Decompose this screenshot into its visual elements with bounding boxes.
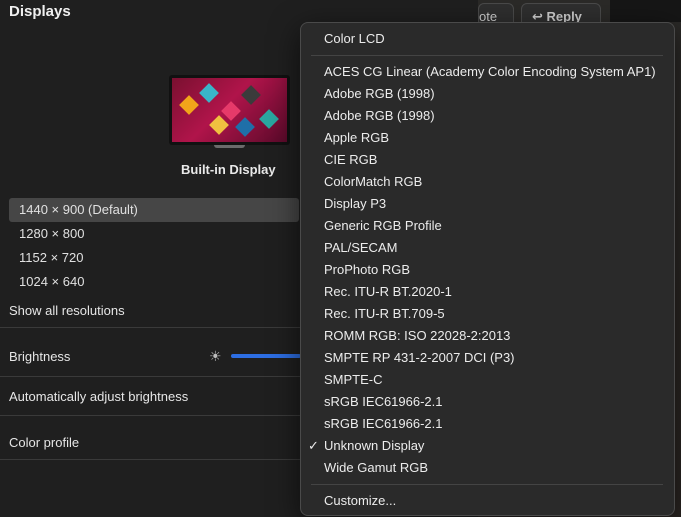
menu-item-profile[interactable]: sRGB IEC61966-2.1 [324, 413, 443, 435]
display-screen [169, 75, 290, 145]
menu-item-profile[interactable]: CIE RGB [324, 149, 377, 171]
menu-item-label: Unknown Display [324, 438, 425, 453]
wallpaper-cube [221, 101, 241, 121]
menu-item-profile[interactable]: ProPhoto RGB [324, 259, 410, 281]
brightness-label: Brightness [9, 349, 71, 364]
menu-item-profile[interactable]: Generic RGB Profile [324, 215, 442, 237]
menu-item-profile[interactable]: ROMM RGB: ISO 22028-2:2013 [324, 325, 510, 347]
auto-brightness-label: Automatically adjust brightness [9, 389, 189, 404]
sun-icon: ☀ [209, 348, 222, 364]
menu-item-profile[interactable]: ACES CG Linear (Academy Color Encoding S… [324, 61, 656, 83]
wallpaper-cube [199, 83, 219, 103]
display-preview[interactable] [169, 75, 290, 148]
divider [0, 459, 300, 460]
divider [0, 327, 300, 328]
menu-item-profile[interactable]: SMPTE-C [324, 369, 383, 391]
wallpaper-cube [235, 117, 255, 137]
brightness-slider[interactable] [231, 354, 301, 358]
display-stand [214, 145, 245, 148]
menu-item-profile[interactable]: Rec. ITU-R BT.709-5 [324, 303, 445, 325]
color-profile-label: Color profile [9, 435, 80, 450]
divider [0, 415, 300, 416]
menu-item-profile[interactable]: SMPTE RP 431-2-2007 DCI (P3) [324, 347, 515, 369]
color-profile-menu: Color LCD ACES CG Linear (Academy Color … [300, 22, 675, 516]
page-title: Displays [9, 3, 71, 20]
resolution-option[interactable]: 1440 × 900 (Default) [9, 198, 299, 222]
menu-item-profile[interactable]: PAL/SECAM [324, 237, 397, 259]
wallpaper-cube [241, 85, 261, 105]
menu-item-customize[interactable]: Customize... [324, 490, 396, 512]
menu-item-color-lcd[interactable]: Color LCD [324, 28, 385, 50]
background-toolbar-edge [610, 0, 681, 22]
resolution-option[interactable]: 1152 × 720 [9, 246, 299, 270]
menu-item-profile[interactable]: Apple RGB [324, 127, 389, 149]
menu-item-profile[interactable]: Wide Gamut RGB [324, 457, 428, 479]
resolution-option[interactable]: 1024 × 640 [9, 270, 299, 294]
checkmark-icon: ✓ [308, 438, 319, 453]
menu-separator [311, 484, 663, 485]
divider [0, 376, 300, 377]
display-name-label: Built-in Display [181, 162, 276, 177]
resolution-list: 1440 × 900 (Default) 1280 × 800 1152 × 7… [9, 198, 299, 294]
menu-item-profile[interactable]: Adobe RGB (1998) [324, 83, 435, 105]
menu-separator [311, 55, 663, 56]
menu-item-profile-checked[interactable]: ✓ Unknown Display [308, 435, 425, 457]
show-all-resolutions-label: Show all resolutions [9, 303, 125, 318]
menu-item-profile[interactable]: Rec. ITU-R BT.2020-1 [324, 281, 452, 303]
menu-item-profile[interactable]: ColorMatch RGB [324, 171, 422, 193]
menu-item-profile[interactable]: Adobe RGB (1998) [324, 105, 435, 127]
resolution-option[interactable]: 1280 × 800 [9, 222, 299, 246]
wallpaper-cube [179, 95, 199, 115]
menu-item-profile[interactable]: Display P3 [324, 193, 386, 215]
wallpaper-image [172, 78, 287, 142]
wallpaper-cube [259, 109, 279, 129]
wallpaper-cube [209, 115, 229, 135]
menu-item-profile[interactable]: sRGB IEC61966-2.1 [324, 391, 443, 413]
